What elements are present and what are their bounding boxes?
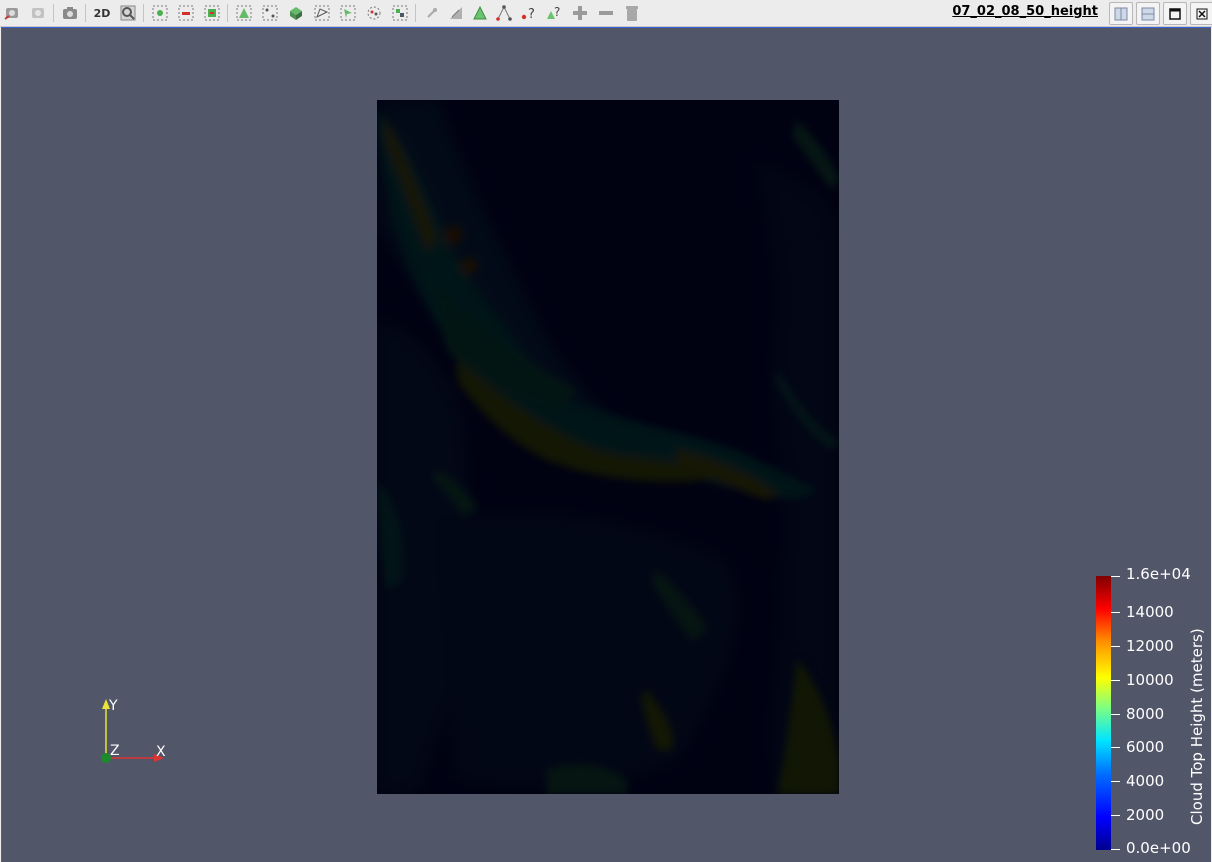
ruler-icon[interactable]: [445, 2, 467, 24]
select-frustum-icon[interactable]: [259, 2, 281, 24]
colorbar-tick: [1111, 646, 1120, 647]
pick-center-icon[interactable]: [421, 2, 443, 24]
split-vertical-icon[interactable]: [1136, 2, 1160, 25]
edge-icon[interactable]: [493, 2, 515, 24]
axis-x-label: X: [156, 744, 166, 760]
colorbar-title: Cloud Top Height (meters): [1188, 628, 1206, 825]
2d-mode-button[interactable]: 2D: [91, 2, 113, 24]
select-blocks-icon[interactable]: [389, 2, 411, 24]
2d-mode-label: 2D: [93, 6, 111, 20]
toolbar-separator: [227, 4, 228, 22]
select-points-icon[interactable]: [233, 2, 255, 24]
toolbar-separator: [415, 4, 416, 22]
colorbar-tick: [1111, 714, 1120, 715]
select-polygon-icon[interactable]: [311, 2, 333, 24]
orientation-axes: Y X Z: [90, 695, 180, 770]
colorbar-label: 8000: [1126, 705, 1165, 723]
svg-text:?: ?: [528, 7, 535, 22]
axes-triad-icon: [101, 699, 164, 763]
plus-icon[interactable]: [569, 2, 591, 24]
colorbar-label-max: 1.6e+04: [1126, 565, 1191, 583]
colorbar-tick: [1111, 849, 1120, 850]
colorbar-label: 12000: [1126, 637, 1174, 655]
colorbar-tick: [1111, 781, 1120, 782]
triangle-icon[interactable]: [469, 2, 491, 24]
colorbar-label: 10000: [1126, 671, 1174, 689]
colorbar-tick: [1111, 747, 1120, 748]
colorbar-label: 4000: [1126, 772, 1165, 790]
svg-text:?: ?: [554, 5, 560, 19]
split-horizontal-icon[interactable]: [1109, 2, 1133, 25]
reset-camera-icon[interactable]: [1, 2, 23, 24]
cloud-top-height-image: [377, 100, 839, 794]
colorbar-label-min: 0.0e+00: [1126, 839, 1191, 857]
colorbar-tick: [1111, 612, 1120, 613]
axis-y-label: Y: [109, 698, 118, 714]
colorbar-tick: [1111, 815, 1120, 816]
toolbar-separator: [85, 4, 86, 22]
axis-z-label: Z: [110, 743, 120, 759]
select-cells-icon[interactable]: [149, 2, 171, 24]
trash-icon[interactable]: [621, 2, 643, 24]
maximize-icon[interactable]: [1163, 2, 1187, 25]
deselect-icon[interactable]: [175, 2, 197, 24]
screenshot-icon[interactable]: [59, 2, 81, 24]
grow-selection-icon[interactable]: [201, 2, 223, 24]
zoom-to-box-icon[interactable]: [117, 2, 139, 24]
close-icon[interactable]: [1190, 2, 1212, 25]
render-viewport[interactable]: [1, 27, 1211, 862]
redo-icon[interactable]: [27, 2, 49, 24]
colorbar-label: 14000: [1126, 603, 1174, 621]
view-title[interactable]: 07_02_08_50_height: [940, 4, 1098, 19]
color-legend-bar: [1096, 576, 1111, 850]
colorbar-label: 2000: [1126, 806, 1165, 824]
colorbar-tick: [1111, 680, 1120, 681]
hover-points-icon[interactable]: [363, 2, 385, 24]
interactive-select-icon[interactable]: [337, 2, 359, 24]
toolbar: 2D ? ? 07_02_08_50_height: [0, 0, 1212, 27]
toolbar-separator: [53, 4, 54, 22]
minus-icon[interactable]: [595, 2, 617, 24]
toolbar-separator: [143, 4, 144, 22]
colorbar-label: 6000: [1126, 738, 1165, 756]
query-points-icon[interactable]: ?: [543, 2, 565, 24]
select-block-icon[interactable]: [285, 2, 307, 24]
colorbar-tick: [1111, 576, 1120, 577]
query-icon[interactable]: ?: [517, 2, 539, 24]
